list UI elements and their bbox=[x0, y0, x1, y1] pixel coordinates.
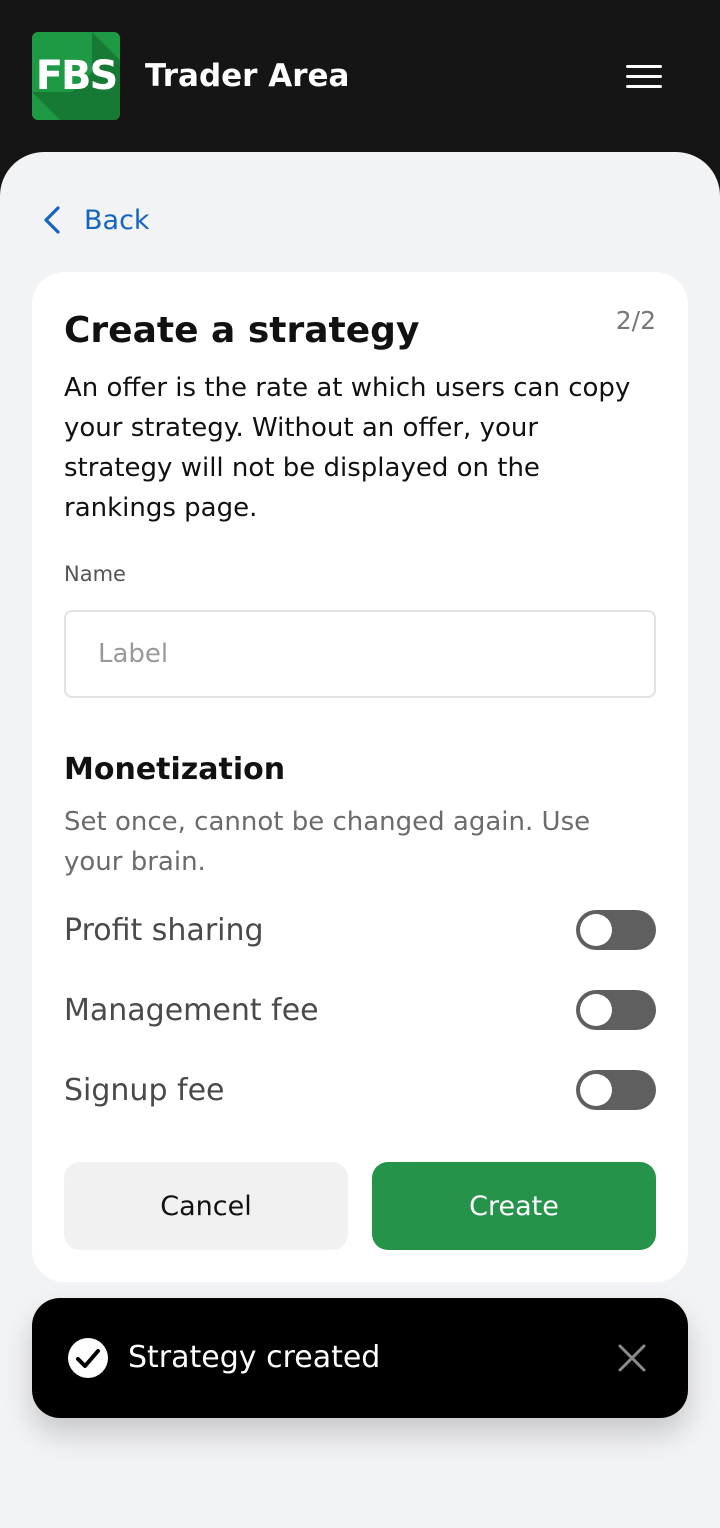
page-title: Create a strategy bbox=[64, 310, 420, 351]
create-strategy-card: 2/2 Create a strategy An offer is the ra… bbox=[32, 272, 688, 1282]
app-title: Trader Area bbox=[145, 58, 350, 94]
management-fee-label: Management fee bbox=[64, 992, 319, 1028]
card-description: An offer is the rate at which users can … bbox=[64, 373, 631, 523]
name-input[interactable] bbox=[64, 610, 656, 698]
profit-sharing-toggle[interactable] bbox=[576, 910, 656, 950]
create-button[interactable]: Create bbox=[372, 1162, 656, 1250]
management-fee-toggle[interactable] bbox=[576, 990, 656, 1030]
profit-sharing-label: Profit sharing bbox=[64, 912, 264, 948]
toggle-row-profit-sharing: Profit sharing bbox=[64, 906, 656, 954]
toggle-row-management-fee: Management fee bbox=[64, 986, 656, 1034]
chevron-left-icon bbox=[44, 206, 60, 234]
signup-fee-toggle[interactable] bbox=[576, 1070, 656, 1110]
back-link[interactable]: Back bbox=[40, 200, 150, 240]
toast-message: Strategy created bbox=[128, 1340, 381, 1375]
close-icon[interactable] bbox=[612, 1338, 652, 1378]
app-header: FBS Trader Area bbox=[0, 0, 720, 152]
monetization-subtitle: Set once, cannot be changed again. Use y… bbox=[64, 807, 591, 877]
hamburger-menu-icon[interactable] bbox=[614, 54, 674, 98]
success-toast: Strategy created bbox=[32, 1298, 688, 1418]
toggle-row-signup-fee: Signup fee bbox=[64, 1066, 656, 1114]
logo-text: FBS bbox=[35, 53, 119, 99]
name-field-label: Name bbox=[64, 562, 126, 586]
fbs-logo[interactable]: FBS bbox=[32, 32, 120, 120]
step-indicator: 2/2 bbox=[615, 306, 656, 335]
monetization-title: Monetization bbox=[64, 752, 286, 787]
back-label: Back bbox=[84, 204, 150, 236]
cancel-button[interactable]: Cancel bbox=[64, 1162, 348, 1250]
check-circle-icon bbox=[68, 1338, 108, 1378]
signup-fee-label: Signup fee bbox=[64, 1072, 225, 1108]
